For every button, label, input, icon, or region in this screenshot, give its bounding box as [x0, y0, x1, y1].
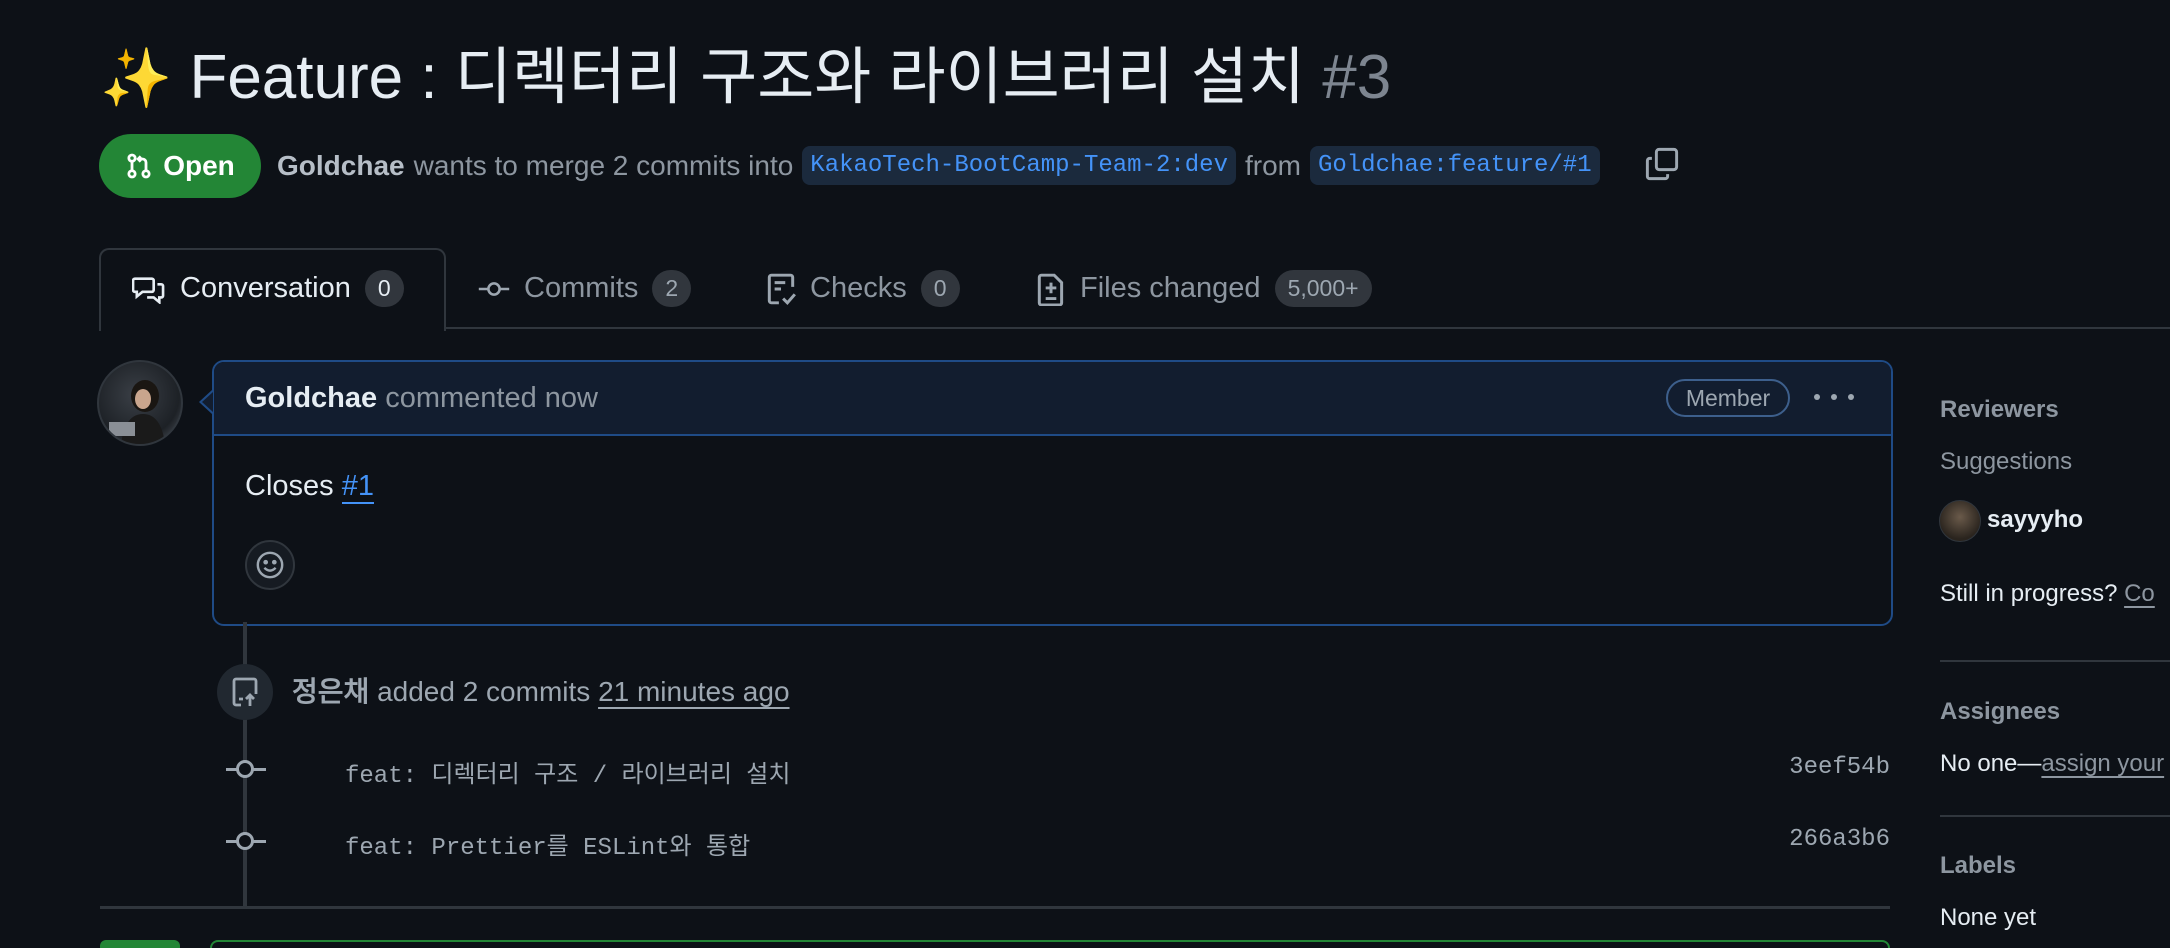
- suggestions-label: Suggestions: [1940, 448, 2073, 475]
- git-commit-icon: [478, 281, 510, 296]
- git-commit-icon: [236, 760, 254, 778]
- smiley-icon: [256, 551, 284, 579]
- kebab-dot: [1848, 394, 1854, 400]
- still-in-progress: Still in progress? Co: [1940, 580, 2155, 608]
- tab-checks-label: Checks: [810, 272, 907, 304]
- tab-commits-count: 2: [652, 270, 692, 307]
- tab-files-changed[interactable]: Files changed 5,000+: [1036, 270, 1372, 307]
- avatar[interactable]: [97, 360, 183, 446]
- pr-title-text: Feature : 디렉터리 구조와 라이브러리 설치: [189, 43, 1306, 112]
- comment-discussion-icon: [132, 276, 165, 304]
- in-progress-text: Still in progress?: [1940, 580, 2118, 607]
- tab-conversation[interactable]: Conversation 0: [132, 270, 404, 307]
- commit-sha-2[interactable]: 266a3b6: [1740, 826, 1890, 853]
- sparkles-emoji: ✨: [100, 46, 173, 111]
- add-reaction-button[interactable]: [245, 540, 295, 590]
- sidebar-divider: [1940, 815, 2170, 817]
- tab-checks-count: 0: [920, 270, 960, 307]
- copy-branch-button[interactable]: [1644, 146, 1680, 182]
- git-commit-icon: [236, 832, 254, 850]
- next-event-box: [210, 940, 1890, 948]
- push-author[interactable]: 정은채: [292, 676, 369, 707]
- comment-options-button[interactable]: [1814, 385, 1854, 409]
- tab-checks[interactable]: Checks 0: [766, 270, 960, 307]
- comment-body-prefix: Closes: [245, 470, 334, 502]
- git-pull-request-icon: [127, 153, 151, 179]
- suggested-reviewer[interactable]: sayyyho: [1987, 506, 2083, 534]
- repo-push-icon: [232, 677, 258, 707]
- comment-action[interactable]: commented now: [385, 382, 598, 414]
- assignees-none: No one—: [1940, 750, 2042, 777]
- pr-state-badge: Open: [99, 134, 261, 198]
- tab-commits-label: Commits: [524, 272, 639, 304]
- file-diff-icon: [1037, 273, 1064, 306]
- sidebar-divider: [1940, 660, 2170, 662]
- kebab-dot: [1814, 394, 1820, 400]
- member-badge: Member: [1666, 379, 1790, 417]
- assignees-value: No one—assign your: [1940, 750, 2164, 778]
- next-event-badge: [100, 940, 180, 948]
- push-event-badge: [217, 664, 273, 720]
- push-time[interactable]: 21 minutes ago: [598, 676, 789, 707]
- tab-files-changed-count: 5,000+: [1274, 270, 1372, 307]
- commit-message-1[interactable]: feat: 디렉터리 구조 / 라이브러리 설치: [345, 754, 790, 790]
- pr-state-label: Open: [163, 150, 235, 181]
- labels-heading[interactable]: Labels: [1940, 852, 2016, 880]
- comment-body: Closes #1: [245, 470, 374, 504]
- assign-yourself-link[interactable]: assign your: [2041, 750, 2164, 777]
- comment-author[interactable]: Goldchae: [245, 382, 377, 414]
- labels-value: None yet: [1940, 904, 2037, 931]
- pr-number: #3: [1322, 43, 1392, 112]
- assignees-heading[interactable]: Assignees: [1940, 698, 2060, 726]
- avatar: [1939, 500, 1981, 542]
- push-action: added 2 commits: [377, 676, 591, 707]
- commit-sha-1[interactable]: 3eef54b: [1740, 754, 1890, 781]
- tab-files-changed-label: Files changed: [1080, 272, 1261, 304]
- tab-conversation-count: 0: [364, 270, 404, 307]
- from-text: from: [1244, 149, 1301, 181]
- issue-link[interactable]: #1: [341, 470, 374, 504]
- head-branch[interactable]: Goldchae:feature/#1: [1309, 146, 1600, 185]
- pr-title: ✨ Feature : 디렉터리 구조와 라이브러리 설치 #3: [100, 38, 1391, 119]
- kebab-dot: [1831, 394, 1837, 400]
- base-branch[interactable]: KakaoTech-BootCamp-Team-2:dev: [802, 146, 1236, 185]
- merge-text: wants to merge 2 commits into: [413, 149, 794, 181]
- checklist-icon: [767, 273, 796, 305]
- pr-meta: Goldchae wants to merge 2 commits into K…: [277, 146, 1600, 185]
- timeline-divider: [100, 906, 1890, 909]
- comment-author-line: Goldchae commented now: [245, 382, 598, 415]
- reviewers-heading[interactable]: Reviewers: [1940, 396, 2059, 424]
- copy-icon: [1645, 147, 1679, 181]
- push-event-text: 정은채 added 2 commits 21 minutes ago: [292, 670, 790, 710]
- comment-pointer-fill: [202, 392, 213, 412]
- tab-commits[interactable]: Commits 2: [478, 270, 692, 307]
- commit-message-2[interactable]: feat: Prettier를 ESLint와 통합: [345, 826, 750, 862]
- pr-author-link[interactable]: Goldchae: [277, 150, 405, 182]
- avatar-image: [109, 380, 165, 444]
- convert-to-draft-link[interactable]: Co: [2124, 580, 2155, 607]
- tab-conversation-label: Conversation: [180, 272, 351, 304]
